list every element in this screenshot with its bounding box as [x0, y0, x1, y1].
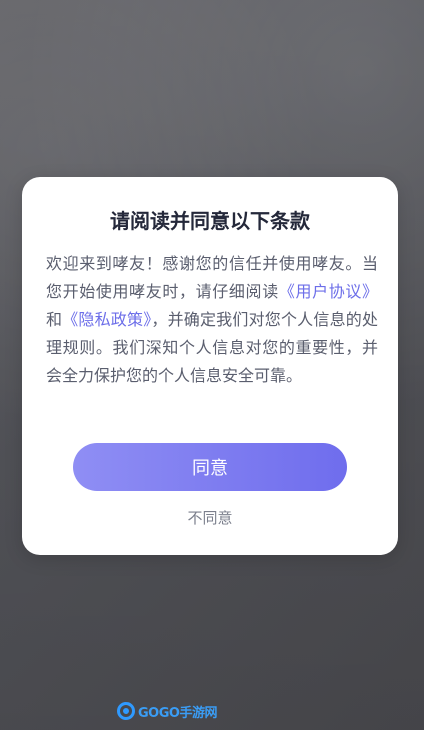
watermark: GOGO手游网	[117, 700, 217, 722]
agree-button[interactable]: 同意	[73, 443, 347, 491]
consent-dialog: 请阅读并同意以下条款 欢迎来到哮友！感谢您的信任并使用哮友。当您开始使用哮友时，…	[22, 177, 398, 555]
watermark-text: GOGO手游网	[138, 705, 217, 721]
dialog-body: 欢迎来到哮友！感谢您的信任并使用哮友。当您开始使用哮友时，请仔细阅读《用户协议》…	[46, 250, 378, 390]
privacy-policy-link[interactable]: 《隐私政策》	[62, 310, 151, 329]
gogo-logo-icon	[117, 702, 135, 720]
user-agreement-link[interactable]: 《用户协议》	[279, 282, 378, 301]
body-text-part2: 和	[46, 310, 63, 329]
disagree-button[interactable]: 不同意	[22, 507, 398, 528]
dialog-title: 请阅读并同意以下条款	[110, 209, 310, 233]
